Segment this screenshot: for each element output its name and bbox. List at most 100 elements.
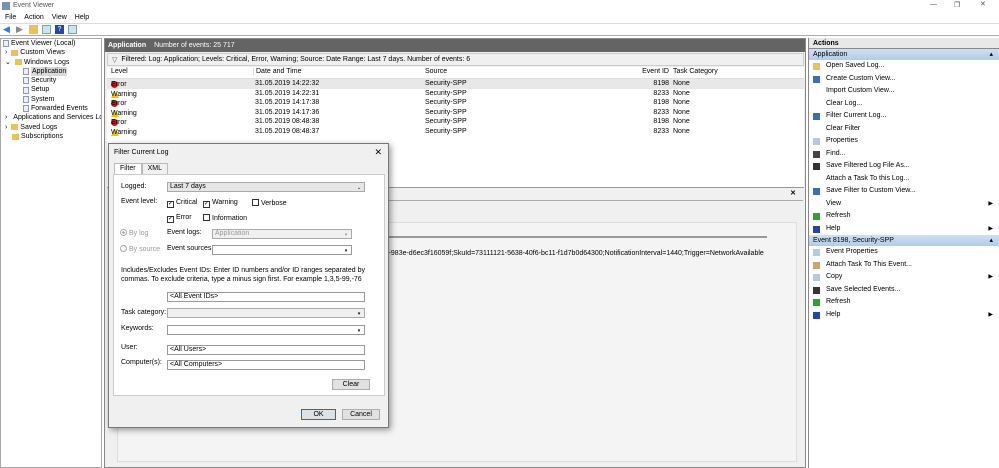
user-label: User:: [121, 344, 138, 351]
column-level[interactable]: Level: [111, 68, 128, 75]
properties-icon: [813, 138, 820, 145]
action-help[interactable]: Help ▶: [809, 223, 999, 236]
close-button[interactable]: ✕: [980, 0, 986, 8]
action-create-custom-view[interactable]: Create Custom View...: [809, 73, 999, 86]
error-checkbox[interactable]: ✓ Error: [167, 214, 192, 223]
event-ids-help: Includes/Excludes Event IDs: Enter ID nu…: [121, 267, 365, 283]
verbose-checkbox[interactable]: Verbose: [252, 199, 287, 207]
up-folder-icon[interactable]: [29, 25, 38, 34]
show-action-pane-icon[interactable]: [68, 25, 77, 34]
cell-date: 31.05.2019 14:22:31: [255, 89, 320, 97]
show-tree-icon[interactable]: [42, 25, 51, 34]
filter-text: Filtered: Log: Application; Levels: Crit…: [121, 56, 471, 63]
help-icon[interactable]: ?: [55, 25, 64, 34]
folder-icon: [12, 133, 19, 140]
dialog-title: Filter Current Log: [114, 149, 169, 156]
action-save-selected-events[interactable]: Save Selected Events...: [809, 284, 999, 297]
filter-bar: ▽ Filtered: Log: Application; Levels: Cr…: [107, 53, 804, 66]
action-refresh[interactable]: Refresh: [809, 296, 999, 309]
tree-item-custom-views[interactable]: › Custom Views: [1, 48, 101, 57]
cell-task-category: None: [673, 108, 690, 116]
column-event-id[interactable]: Event ID: [632, 68, 669, 75]
keywords-select[interactable]: ▾: [167, 325, 365, 335]
critical-checkbox[interactable]: ✓ Critical: [167, 199, 197, 208]
cell-event-id: 8198: [653, 118, 669, 125]
table-row[interactable]: Error 31.05.2019 14:22:32 Security-SPP 8…: [107, 79, 804, 89]
table-row[interactable]: Error 31.05.2019 14:17:38 Security-SPP 8…: [107, 98, 804, 108]
tree-item-saved-logs[interactable]: › Saved Logs: [1, 123, 101, 132]
chevron-down-icon: ▾: [357, 311, 361, 317]
dialog-close-icon[interactable]: ✕: [374, 147, 382, 158]
tree-item-security[interactable]: Security: [1, 76, 101, 85]
navigation-tree: Event Viewer (Local) › Custom Views ⌄ Wi…: [0, 38, 102, 468]
cancel-button[interactable]: Cancel: [342, 409, 380, 420]
action-open-saved-log[interactable]: Open Saved Log...: [809, 60, 999, 73]
user-input[interactable]: <All Users>: [167, 345, 365, 355]
action-clear-filter[interactable]: Clear Filter: [809, 123, 999, 136]
tree-item-setup[interactable]: Setup: [1, 85, 101, 94]
table-row[interactable]: Error 31.05.2019 08:48:38 Security-SPP 8…: [107, 117, 804, 127]
column-source[interactable]: Source: [425, 68, 447, 75]
cell-date: 31.05.2019 14:22:32: [255, 80, 320, 87]
by-log-radio[interactable]: By log: [120, 229, 148, 237]
event-logs-select: Application ▾: [212, 229, 352, 239]
action-help[interactable]: Help ▶: [809, 309, 999, 322]
action-save-filtered-log-file-as[interactable]: Save Filtered Log File As...: [809, 160, 999, 173]
warning-checkbox[interactable]: ✓ Warning: [203, 199, 238, 208]
menu-help[interactable]: Help: [75, 14, 89, 21]
close-details-icon[interactable]: ✕: [790, 189, 796, 197]
folder-icon: [11, 49, 19, 56]
tab-xml[interactable]: XML: [141, 163, 168, 174]
action-save-filter-to-custom-view[interactable]: Save Filter to Custom View...: [809, 185, 999, 198]
action-attach-a-task-to-this-log[interactable]: Attach a Task To this Log...: [809, 173, 999, 186]
action-attach-task-to-this-event[interactable]: Attach Task To This Event...: [809, 259, 999, 272]
clear-button[interactable]: Clear: [332, 379, 370, 390]
tab-filter[interactable]: Filter: [114, 163, 142, 174]
tree-item-system[interactable]: System: [1, 95, 101, 104]
action-copy[interactable]: Copy ▶: [809, 271, 999, 284]
menu-file[interactable]: File: [5, 14, 16, 21]
event-ids-input[interactable]: <All Event IDs>: [167, 292, 365, 302]
tree-item-windows-logs[interactable]: ⌄ Windows Logs: [1, 58, 101, 67]
forward-icon[interactable]: ▶: [16, 25, 25, 34]
action-refresh[interactable]: Refresh: [809, 210, 999, 223]
table-row[interactable]: Warning 31.05.2019 08:48:37 Security-SPP…: [107, 127, 804, 137]
find-icon: [813, 150, 820, 158]
computers-input[interactable]: <All Computers>: [167, 360, 365, 370]
by-source-radio[interactable]: By source: [120, 245, 160, 253]
action-find[interactable]: Find...: [809, 148, 999, 161]
table-row[interactable]: Warning 31.05.2019 14:22:31 Security-SPP…: [107, 89, 804, 99]
cell-date: 31.05.2019 08:48:38: [255, 118, 320, 125]
information-checkbox[interactable]: Information: [203, 214, 247, 222]
column-date[interactable]: Date and Time: [253, 68, 302, 75]
action-filter-current-log[interactable]: Filter Current Log...: [809, 110, 999, 123]
tree-item-application[interactable]: Application: [1, 66, 101, 77]
menu-action[interactable]: Action: [24, 14, 43, 21]
action-clear-log[interactable]: Clear Log...: [809, 98, 999, 111]
action-properties[interactable]: Properties: [809, 135, 999, 148]
tree-item-applications-services[interactable]: › Applications and Services Lo: [1, 113, 101, 122]
tree-item-forwarded-events[interactable]: Forwarded Events: [1, 104, 101, 113]
action-event-properties[interactable]: Event Properties: [809, 246, 999, 259]
event-sources-select[interactable]: ▾: [212, 245, 352, 255]
action-view[interactable]: View ▶: [809, 198, 999, 211]
ok-button[interactable]: OK: [301, 409, 336, 420]
log-header: Application Number of events: 25 717: [105, 39, 805, 52]
back-icon[interactable]: ◀: [3, 25, 12, 34]
action-import-custom-view[interactable]: Import Custom View...: [809, 85, 999, 98]
submenu-arrow-icon: ▶: [988, 225, 993, 232]
actions-section-application[interactable]: Application ▴: [809, 49, 999, 60]
logged-select[interactable]: Last 7 days ⌄: [167, 182, 365, 192]
filter-icon: [813, 75, 820, 83]
tree-item-event-viewer-local[interactable]: Event Viewer (Local): [1, 39, 101, 48]
table-row[interactable]: Warning 31.05.2019 14:17:36 Security-SPP…: [107, 108, 804, 118]
menu-view[interactable]: View: [52, 14, 67, 21]
toolbar: ◀ ▶ ?: [0, 23, 999, 36]
column-task-category[interactable]: Task Category: [673, 68, 718, 75]
cell-task-category: None: [673, 89, 690, 97]
tree-item-subscriptions[interactable]: Subscriptions: [1, 132, 101, 141]
actions-section-event[interactable]: Event 8198, Security-SPP ▴: [809, 235, 999, 246]
cell-source: Security-SPP: [425, 80, 467, 87]
minimize-button[interactable]: —: [930, 1, 937, 8]
maximize-button[interactable]: ❐: [954, 1, 960, 9]
